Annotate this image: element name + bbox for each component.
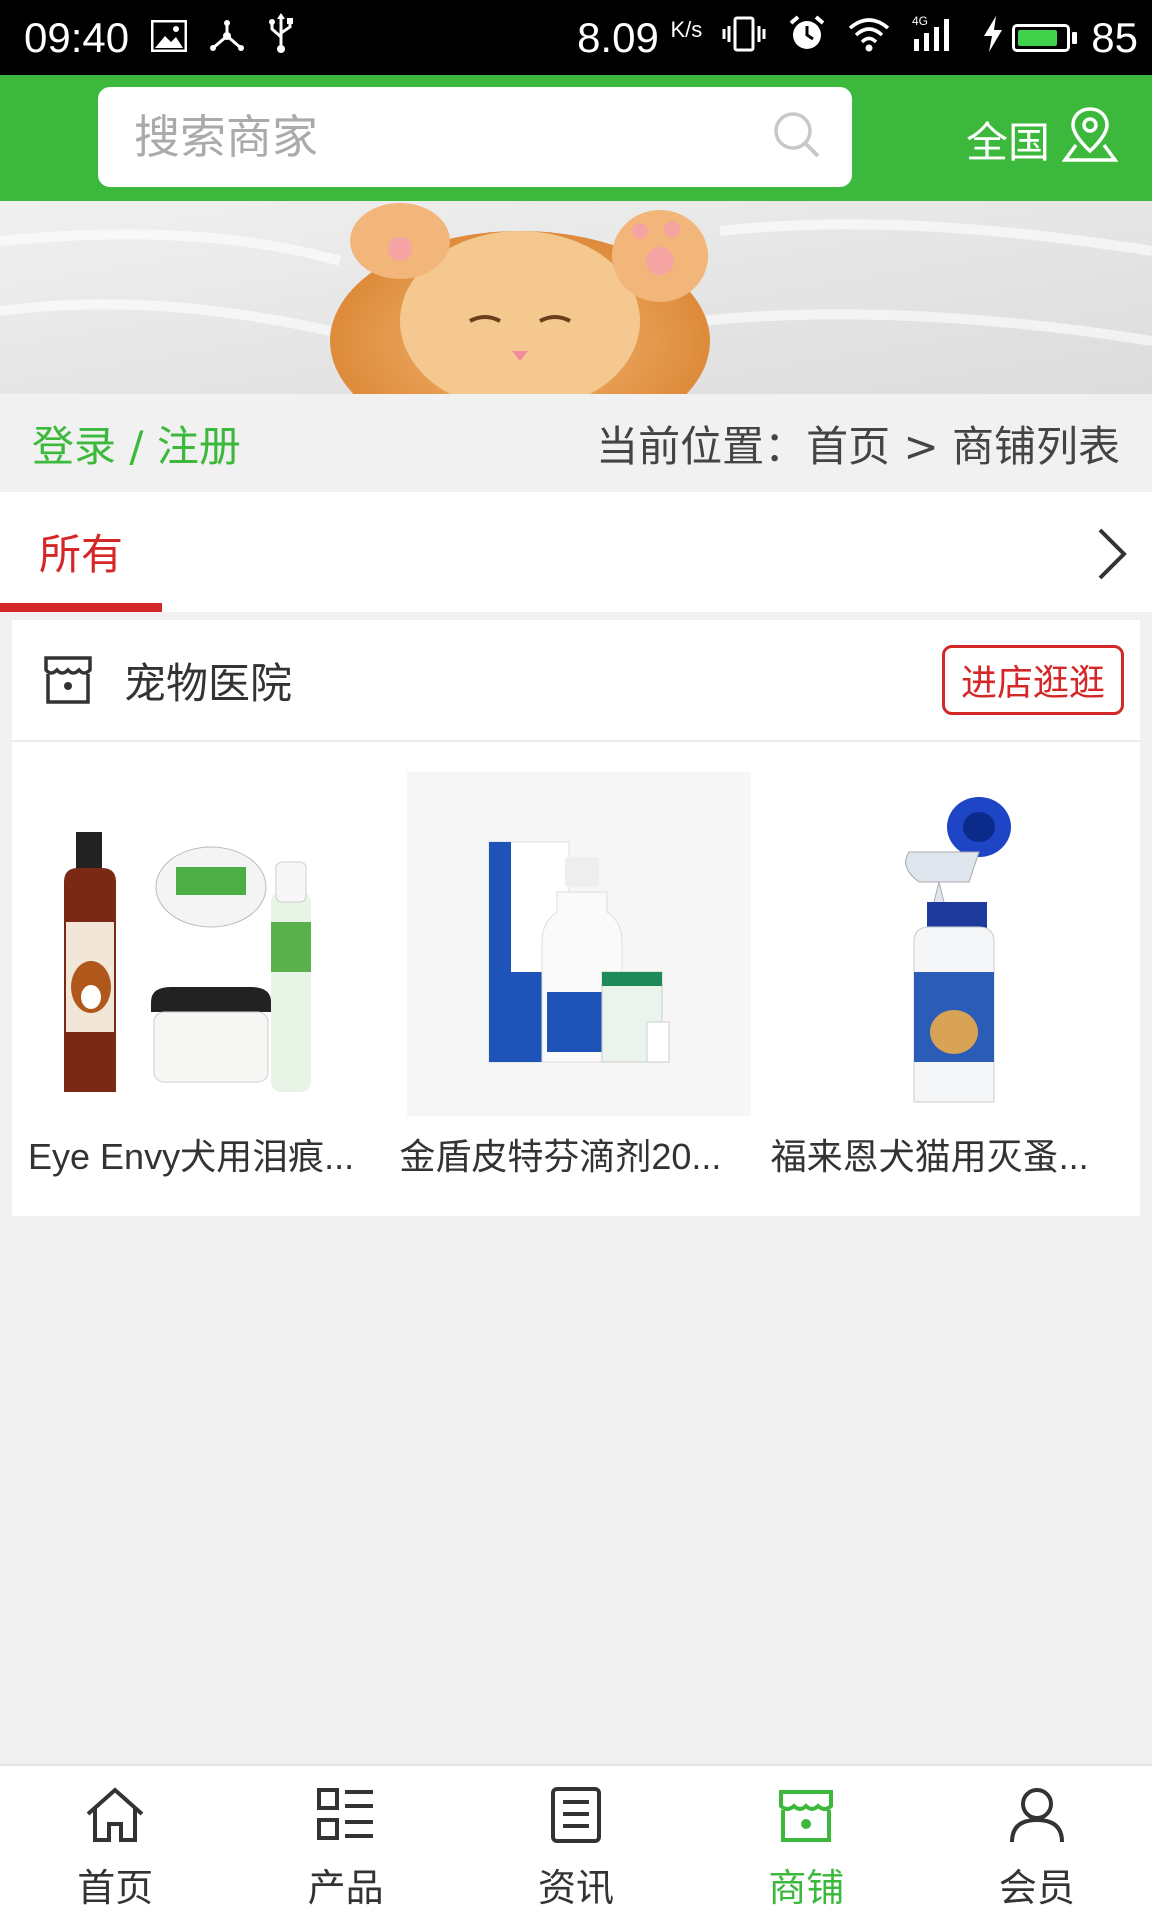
nav-products[interactable]: 产品 [230, 1766, 460, 1922]
product-image[interactable] [407, 772, 752, 1116]
shop-icon [775, 1786, 837, 1853]
region-label: 全国 [966, 117, 1051, 167]
image-icon [150, 14, 188, 62]
product-name[interactable]: 福来恩犬猫用灭蚤... [769, 1128, 1140, 1180]
alarm-icon [788, 14, 826, 62]
crumb-bar: 登录 / 注册 当前位置：首页 > 商铺列表 [0, 394, 1152, 492]
product-image[interactable] [36, 772, 380, 1116]
usb-icon [267, 12, 295, 63]
nav-label: 产品 [307, 1866, 384, 1910]
product-name[interactable]: 金盾皮特芬滴剂20... [397, 1128, 768, 1180]
region-selector[interactable]: 全国 [966, 99, 1119, 179]
product-item[interactable]: Eye Envy犬用泪痕... [26, 772, 397, 1180]
shop-name[interactable]: 宠物医院 [124, 650, 942, 711]
product-list: Eye Envy犬用泪痕... 金盾皮特芬滴剂20... 福来恩犬猫用灭蚤... [12, 742, 1140, 1180]
login-register-link[interactable]: 登录 / 注册 [32, 413, 241, 474]
share-network-icon [209, 14, 245, 62]
nav-label: 资讯 [538, 1866, 615, 1910]
category-tabs: 所有 [0, 492, 1152, 612]
location-pin-icon [1061, 105, 1119, 173]
battery-icon [1012, 23, 1078, 52]
member-icon [1006, 1786, 1068, 1853]
chevron-right-icon[interactable] [1094, 526, 1130, 586]
nav-news[interactable]: 资讯 [461, 1766, 691, 1922]
svg-text:4G: 4G [912, 14, 928, 28]
visit-shop-button[interactable]: 进店逛逛 [941, 645, 1124, 715]
nav-member[interactable]: 会员 [922, 1766, 1152, 1922]
shop-card: 宠物医院 进店逛逛 Eye Envy犬用泪痕... 金盾皮特芬滴剂20... 福… [12, 620, 1140, 1216]
news-icon [545, 1786, 607, 1853]
battery-percent: 85 [1091, 13, 1138, 61]
wifi-icon [848, 14, 890, 62]
product-name[interactable]: Eye Envy犬用泪痕... [26, 1128, 397, 1180]
product-image[interactable] [778, 772, 1123, 1116]
search-icon[interactable] [772, 110, 822, 164]
product-item[interactable]: 福来恩犬猫用灭蚤... [769, 772, 1140, 1180]
charging-icon [982, 14, 1004, 62]
nav-label: 会员 [998, 1866, 1075, 1910]
signal-4g-icon: 4G [912, 13, 960, 63]
shop-header: 宠物医院 进店逛逛 [12, 620, 1140, 742]
search-box[interactable] [98, 87, 852, 187]
search-input[interactable] [132, 109, 772, 165]
home-icon [84, 1786, 146, 1853]
product-item[interactable]: 金盾皮特芬滴剂20... [397, 772, 768, 1180]
status-time: 09:40 [24, 13, 130, 61]
status-bar: 09:40 8.09 K/s 4G 85 [0, 0, 1152, 75]
app-header: 全国 [0, 75, 1152, 201]
network-speed: 8.09 K/s [577, 13, 703, 61]
vibrate-icon [722, 14, 766, 62]
nav-label: 首页 [77, 1866, 154, 1910]
tab-all[interactable]: 所有 [0, 492, 162, 612]
nav-label: 商铺 [768, 1866, 845, 1910]
shop-icon [40, 650, 96, 710]
battery-fill [1018, 29, 1058, 46]
breadcrumb: 当前位置：首页 > 商铺列表 [596, 421, 1120, 471]
bottom-nav: 首页 产品 资讯 商铺 会员 [0, 1764, 1152, 1922]
nav-home[interactable]: 首页 [0, 1766, 230, 1922]
nav-shops[interactable]: 商铺 [691, 1766, 921, 1922]
banner-image[interactable] [0, 201, 1152, 394]
product-list-icon [315, 1786, 377, 1853]
